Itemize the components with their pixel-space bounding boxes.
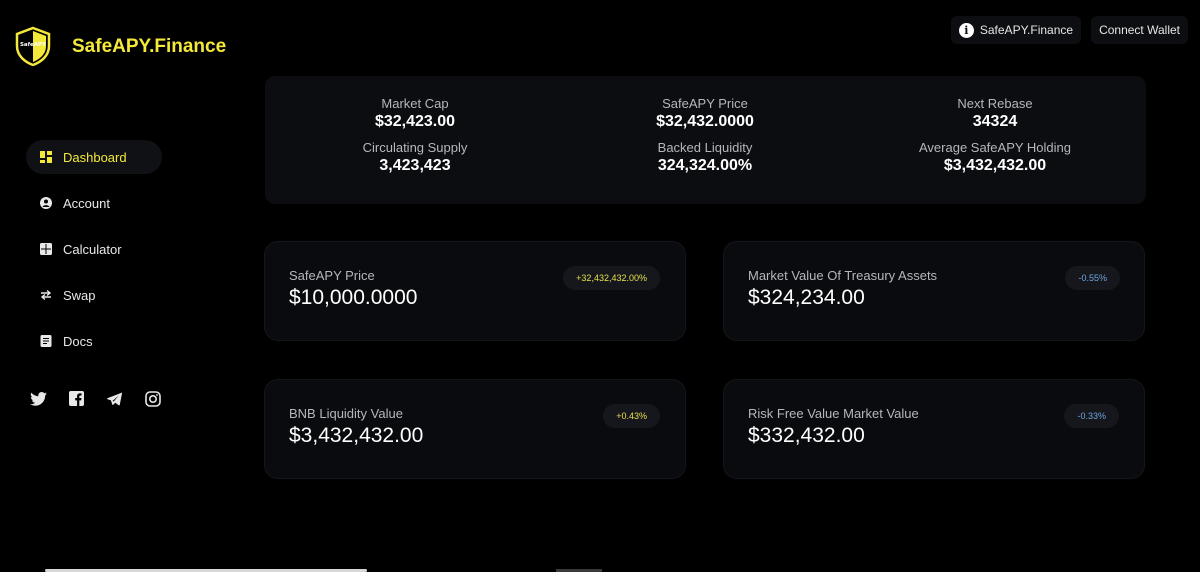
calculator-icon [40,243,52,255]
sidebar-item-calculator[interactable]: Calculator [26,232,166,266]
card-safeapy-price: SafeAPY Price $10,000.0000 +32,432,432.0… [264,241,686,341]
stat-average-holding: Average SafeAPY Holding $3,432,432.00 [865,140,1125,176]
card-bnb-liquidity: BNB Liquidity Value $3,432,432.00 +0.43% [264,379,686,479]
telegram-icon[interactable] [106,390,123,407]
card-label: Risk Free Value Market Value [748,406,919,421]
stat-market-cap: Market Cap $32,423.00 [285,96,545,132]
stat-value: $32,423.00 [374,113,456,130]
stat-backed-liquidity: Backed Liquidity 324,324.00% [575,140,835,176]
stat-next-rebase: Next Rebase 34324 [865,96,1125,132]
sidebar-item-label: Docs [63,333,93,349]
change-badge: -0.33% [1064,404,1119,428]
stat-value: $32,432.0000 [656,113,754,130]
sidebar-item-label: Calculator [63,241,122,257]
stat-value: 324,324.00% [657,157,753,174]
stat-label: SafeAPY Price [662,96,748,111]
sidebar-item-label: Dashboard [63,149,127,165]
brand-logo[interactable]: SafeAPY SafeAPY.Finance [14,26,226,66]
sidebar-nav: Dashboard Account Calculator Swap Docs [26,140,166,370]
connect-wallet-button[interactable]: Connect Wallet [1091,16,1188,44]
stat-circulating-supply: Circulating Supply 3,423,423 [285,140,545,176]
info-icon: i [958,22,974,38]
change-badge: +0.43% [603,404,660,428]
sidebar-item-docs[interactable]: Docs [26,324,166,358]
sidebar-item-label: Account [63,195,110,211]
site-info-button[interactable]: i SafeAPY.Finance [950,16,1082,44]
facebook-icon[interactable] [68,390,85,407]
card-label: SafeAPY Price [289,268,375,283]
logo-badge-text: SafeAPY [20,42,47,48]
change-badge: -0.55% [1065,266,1120,290]
stat-label: Next Rebase [957,96,1033,111]
card-value: $332,432.00 [748,424,865,447]
sidebar-item-label: Swap [63,287,96,303]
card-label: BNB Liquidity Value [289,406,403,421]
stat-label: Average SafeAPY Holding [918,140,1071,155]
card-label: Market Value Of Treasury Assets [748,268,938,283]
stat-safeapy-price: SafeAPY Price $32,432.0000 [575,96,835,132]
brand-name: SafeAPY.Finance [72,36,227,57]
stat-value: $3,432,432.00 [943,157,1047,174]
sidebar-item-account[interactable]: Account [26,186,166,220]
stat-value: 3,423,423 [379,157,451,174]
card-value: $324,234.00 [748,286,865,309]
swap-icon [40,289,52,301]
instagram-icon[interactable] [144,390,161,407]
connect-wallet-label: Connect Wallet [1099,23,1180,37]
stat-value: 34324 [972,113,1018,130]
site-info-label: SafeAPY.Finance [979,23,1074,37]
stat-label: Market Cap [381,96,449,111]
account-icon [40,197,52,209]
top-bar: i SafeAPY.Finance Connect Wallet [950,16,1188,44]
card-value: $3,432,432.00 [289,424,424,447]
twitter-icon[interactable] [30,390,47,407]
dashboard-icon [40,151,52,163]
card-risk-free-value: Risk Free Value Market Value $332,432.00… [723,379,1145,479]
card-treasury-assets: Market Value Of Treasury Assets $324,234… [723,241,1145,341]
sidebar-item-swap[interactable]: Swap [26,278,166,312]
docs-icon [40,335,52,347]
stat-label: Backed Liquidity [657,140,753,155]
stat-label: Circulating Supply [362,140,468,155]
change-badge: +32,432,432.00% [563,266,660,290]
stats-panel: Market Cap $32,423.00 SafeAPY Price $32,… [265,76,1146,204]
sidebar-item-dashboard[interactable]: Dashboard [26,140,162,174]
card-value: $10,000.0000 [289,286,418,309]
social-links [30,390,161,407]
shield-logo-icon: SafeAPY [15,26,51,66]
